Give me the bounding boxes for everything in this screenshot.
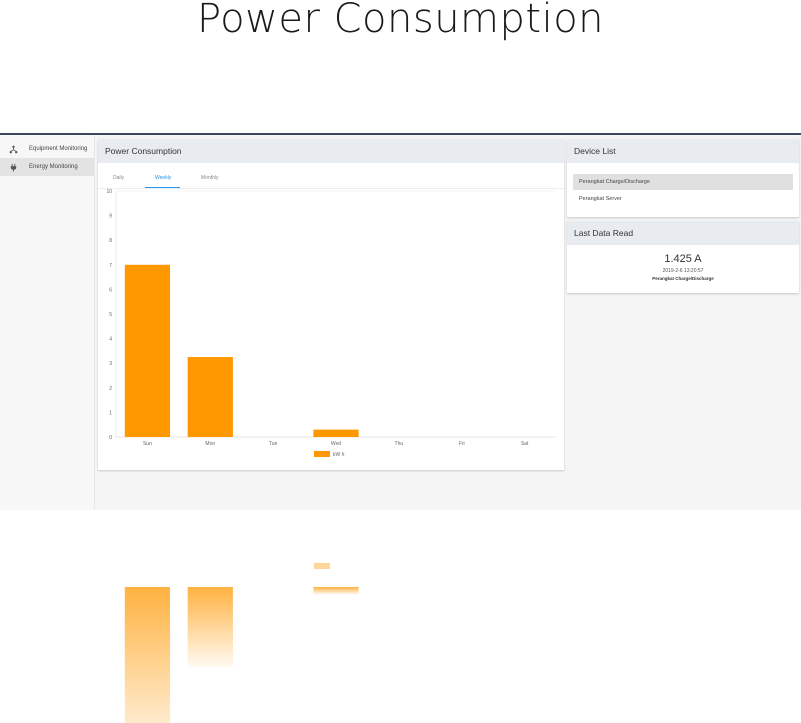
power-consumption-chart: 0 1 2 3 4 5 6 7 8 9 10 Sun Mon Tue Wed Thu Fri Sat kW h [106, 189, 556, 458]
tab-weekly[interactable]: Weekly [155, 175, 171, 181]
x-tick-label: Thu [395, 441, 404, 447]
x-tick-label: Wed [331, 441, 341, 447]
power-consumption-header: Power Consumption [98, 139, 564, 163]
last-data-read-card: Last Data Read 1.425 A 2019-2-6 13:20:57… [567, 221, 799, 293]
page-title: Power Consumption [196, 0, 605, 42]
reflection-bar [313, 587, 359, 595]
reflection-bar [187, 587, 233, 667]
reflection-backdrop [0, 510, 801, 723]
bar-mon [187, 357, 233, 437]
legend-label: kW h [333, 452, 345, 458]
last-reading-value: 1.425 A [664, 253, 702, 265]
y-tick-label: 2 [109, 386, 112, 392]
device-list-item-server[interactable]: Perangkat Server [573, 191, 793, 207]
sidebar-item-label: Equipment Monitoring [29, 146, 88, 152]
last-data-read-header: Last Data Read [567, 221, 799, 245]
y-tick-label: 0 [109, 435, 112, 441]
reflection-legend-swatch [314, 563, 330, 569]
device-list-header: Device List [567, 139, 799, 163]
x-tick-label: Tue [269, 441, 278, 447]
sidebar: Equipment Monitoring Energy Monitoring [0, 135, 95, 723]
device-list-item-charge-discharge[interactable]: Perangkat Charge/Discharge [573, 174, 793, 190]
x-tick-label: Sat [521, 441, 529, 447]
reflection-bar [124, 587, 171, 723]
tab-monthly[interactable]: Monthly [201, 175, 219, 181]
y-tick-label: 10 [106, 189, 112, 195]
y-tick-label: 3 [109, 361, 112, 367]
y-tick-label: 7 [109, 263, 112, 269]
sidebar-item-label: Energy Monitoring [29, 164, 78, 170]
y-tick-label: 8 [109, 238, 112, 244]
period-tabs: Daily Weekly Monthly [98, 163, 564, 189]
x-tick-label: Fri [459, 441, 465, 447]
sidebar-item-equipment-monitoring[interactable]: Equipment Monitoring [0, 140, 94, 158]
device-list-card: Device List Perangkat Charge/Discharge P… [567, 139, 799, 217]
last-reading-device: Perangkat Charge/Discharge [652, 276, 714, 281]
y-tick-label: 9 [109, 214, 112, 220]
network-icon [8, 144, 18, 154]
sidebar-item-energy-monitoring[interactable]: Energy Monitoring [0, 158, 94, 176]
y-tick-label: 6 [109, 287, 112, 293]
bar-sun [124, 264, 171, 437]
active-tab-indicator [145, 187, 180, 188]
plug-icon [8, 162, 18, 172]
x-tick-label: Mon [205, 441, 215, 447]
tab-daily[interactable]: Daily [113, 175, 124, 181]
power-consumption-card: Power Consumption Daily Weekly Monthly 0… [98, 139, 564, 470]
legend-swatch [314, 451, 330, 457]
y-tick-label: 5 [109, 312, 112, 318]
app-window: Equipment Monitoring Energy Monitoring P… [0, 133, 801, 723]
x-tick-label: Sun [143, 441, 152, 447]
last-reading-timestamp: 2019-2-6 13:20:57 [662, 268, 704, 274]
y-tick-label: 4 [109, 337, 112, 343]
y-tick-label: 1 [109, 410, 112, 416]
bar-wed [313, 429, 359, 437]
